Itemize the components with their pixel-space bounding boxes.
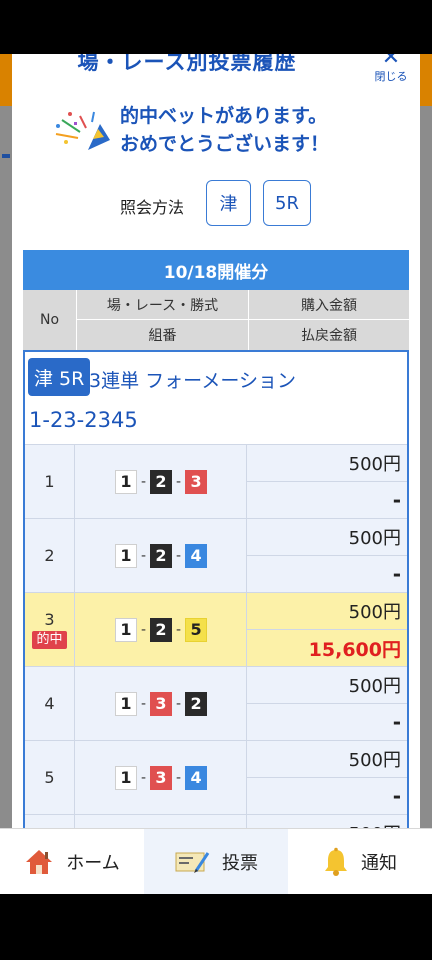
boat-number: 2 [150, 543, 172, 568]
nav-home[interactable]: ホーム [0, 829, 144, 894]
boat-number: 1 [114, 765, 137, 790]
date-header: 10/18開催分 [23, 250, 409, 290]
nav-vote-label: 投票 [222, 852, 258, 874]
purchase-amount: 500円 [247, 741, 407, 778]
boat-number: 4 [185, 543, 208, 568]
row-number: 2 [25, 519, 75, 592]
modal-title: 場・レース別投票履歴 [77, 54, 297, 74]
combination-separator: - [140, 621, 146, 638]
boat-combination: 1-3-2 [76, 667, 247, 740]
bottom-navigation: ホーム 投票 通知 [0, 828, 432, 894]
boat-number: 2 [150, 617, 172, 642]
bet-type: 3連単 フォーメーション [89, 370, 296, 392]
payout-amount: - [392, 784, 401, 808]
nav-notice-label: 通知 [361, 852, 397, 874]
background-accent [2, 154, 10, 158]
combination-separator: - [176, 695, 182, 712]
nav-notice[interactable]: 通知 [288, 829, 432, 894]
col-venue-race-type: 場・レース・勝式 [77, 290, 249, 320]
system-nav-bar [0, 894, 432, 960]
table-row: 5 1-3-4 500円 - [25, 740, 407, 814]
payout-amount: - [392, 710, 401, 734]
purchase-amount: 500円 [247, 593, 407, 630]
col-payout-amount: 払戻金額 [301, 328, 357, 344]
nav-vote[interactable]: 投票 [144, 829, 288, 894]
boat-number: 1 [114, 469, 137, 494]
boat-combination: 1-2-3 [76, 445, 247, 518]
boat-number: 2 [150, 469, 172, 494]
purchase-amount: 500円 [247, 519, 407, 556]
col-no: No [23, 290, 77, 350]
boat-number: 1 [114, 691, 137, 716]
congrats-line-2: おめでとうございます！ [120, 133, 330, 155]
combination-separator: - [140, 769, 146, 786]
column-header: No 場・レース・勝式 購入金額 組番 払戻金額 [23, 290, 409, 350]
boat-combination: 1-2-4 [76, 519, 247, 592]
table-row: 2 1-2-4 500円 - [25, 518, 407, 592]
close-button[interactable]: ✕ 閉じる [368, 54, 414, 83]
hit-badge: 的中 [32, 631, 67, 649]
payout-amount: 15,600円 [308, 638, 401, 661]
combination-separator: - [140, 473, 146, 490]
combination-separator: - [176, 547, 182, 564]
table-row: 500円 [25, 814, 407, 828]
bet-info: 津 5R 3連単 フォーメーション 1-23-2345 [25, 352, 407, 444]
close-icon: ✕ [381, 54, 401, 70]
purchase-amount: 500円 [247, 815, 407, 828]
row-number: 4 [25, 667, 75, 740]
payout-amount: - [392, 562, 401, 586]
col-combination: 組番 [77, 320, 249, 350]
table-row: 3 的中 1-2-5 500円 15,600円 [25, 592, 407, 666]
bet-history-table: 10/18開催分 No 場・レース・勝式 購入金額 組番 払戻金額 津 5R 3… [23, 250, 409, 828]
purchase-amount: 500円 [247, 667, 407, 704]
nav-home-label: ホーム [66, 852, 120, 874]
congrats-line-1: 的中ベットがあります。 [120, 105, 328, 127]
combination-separator: - [140, 695, 146, 712]
boat-number: 3 [150, 765, 172, 790]
congratulations-message: 的中ベットがあります。 おめでとうございます！ [120, 102, 329, 158]
boat-number: 4 [185, 765, 208, 790]
table-row: 4 1-3-2 500円 - [25, 666, 407, 740]
history-modal: 場・レース別投票履歴 ✕ 閉じる 的中ベットがあります。 おめでとうございます！… [12, 54, 420, 828]
boat-number: 1 [114, 617, 137, 642]
row-number-text: 5 [44, 768, 55, 787]
row-number: 1 [25, 445, 75, 518]
purchase-amount: 500円 [247, 445, 407, 482]
combination-separator: - [176, 621, 182, 638]
boat-number: 1 [114, 543, 137, 568]
row-number-text: 2 [44, 546, 55, 565]
boat-combination: 1-2-5 [76, 593, 247, 666]
venue-race-tag: 津 5R [28, 358, 91, 396]
ticket-icon [174, 849, 210, 875]
combination-separator: - [176, 769, 182, 786]
combination-separator: - [176, 473, 182, 490]
row-number: 3 的中 [25, 593, 75, 666]
bet-group: 津 5R 3連単 フォーメーション 1-23-2345 1 1-2-3 500円 -2… [23, 350, 409, 828]
boat-number: 2 [185, 691, 208, 716]
table-row: 1 1-2-3 500円 - [25, 444, 407, 518]
inquiry-method-label: 照会方法 [120, 198, 185, 217]
row-number-text: 4 [44, 694, 55, 713]
combination-separator: - [140, 547, 146, 564]
row-number: 5 [25, 741, 75, 814]
col-purchase-amount: 購入金額 [249, 290, 409, 320]
home-icon [24, 848, 54, 876]
status-bar [0, 0, 432, 54]
party-popper-icon [55, 111, 110, 150]
row-number-text: 3 [44, 610, 55, 629]
row-number-text: 1 [44, 472, 55, 491]
bet-rows: 1 1-2-3 500円 -2 1-2-4 500円 -3 的中 1-2-5 500円 15,600… [25, 444, 407, 828]
boat-number: 5 [185, 617, 208, 642]
row-number [25, 815, 75, 828]
bell-icon [323, 847, 349, 877]
boat-number: 3 [150, 691, 172, 716]
close-label: 閉じる [374, 70, 408, 83]
boat-number: 3 [185, 469, 208, 494]
race-chip[interactable]: 5R [263, 180, 311, 226]
boat-combination [76, 815, 247, 828]
boat-combination: 1-3-4 [76, 741, 247, 814]
bet-combination: 1-23-2345 [29, 408, 138, 432]
venue-chip[interactable]: 津 [206, 180, 251, 226]
payout-amount: - [392, 488, 401, 512]
